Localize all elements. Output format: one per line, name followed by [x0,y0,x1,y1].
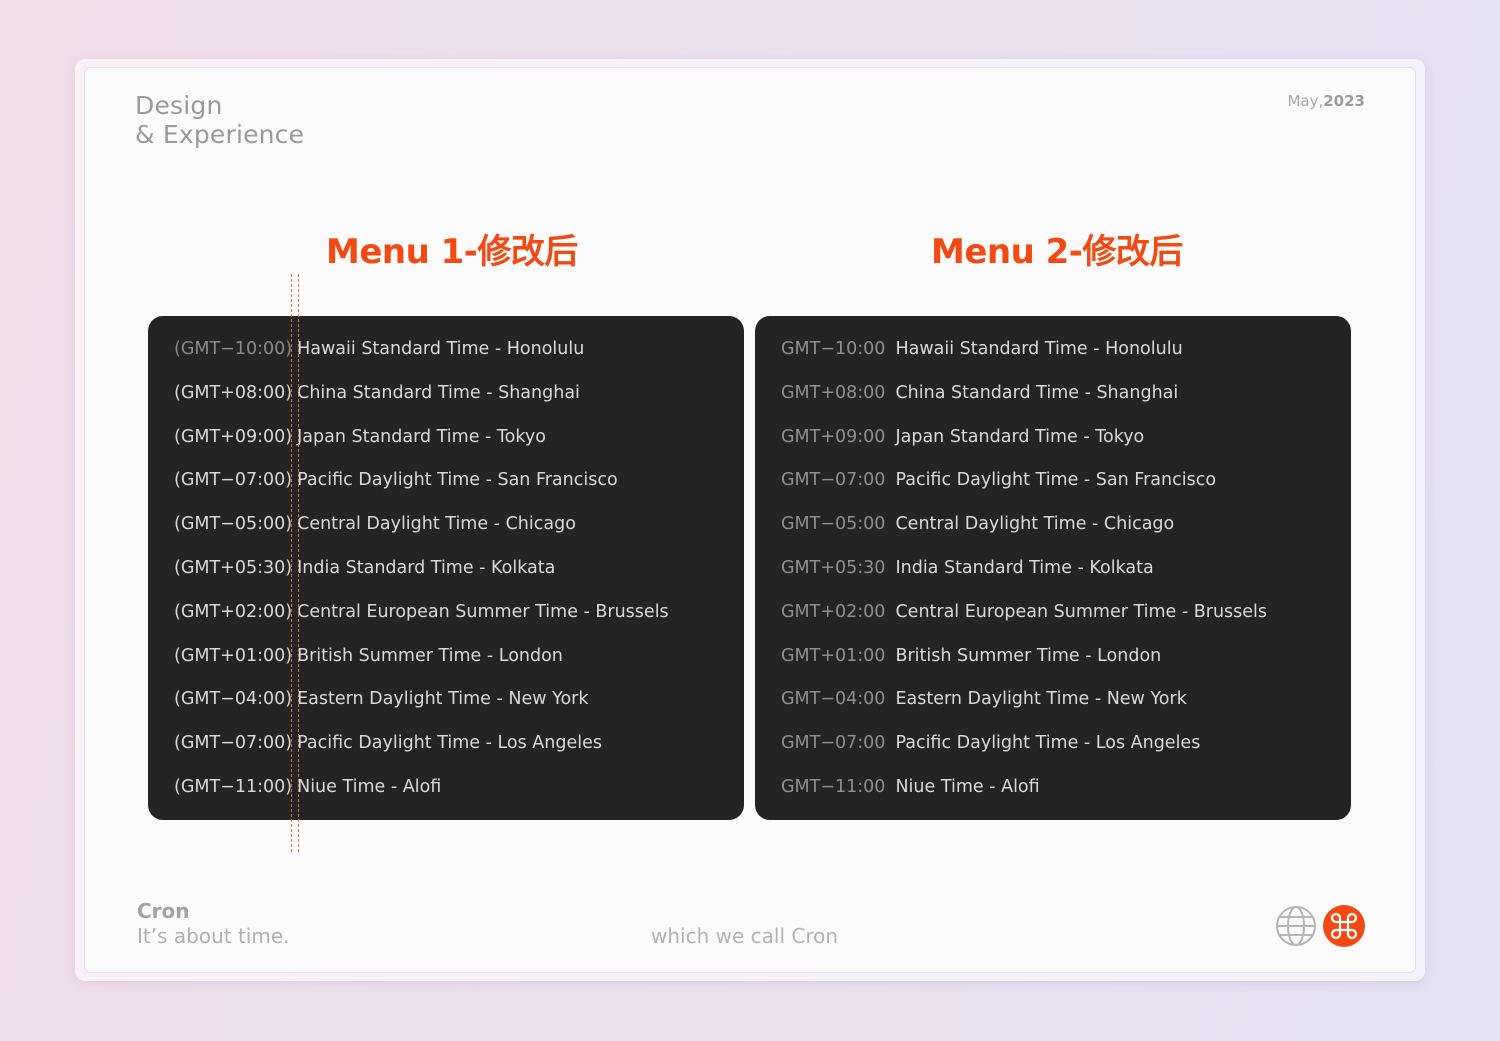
footer-caption: which we call Cron [651,924,839,948]
menu2-offset: GMT−04:00 [781,689,886,710]
menu1-item[interactable]: (GMT−10:00) Hawaii Standard Time - Honolu… [174,336,669,380]
menu1-zone: British Summer Time - London [297,645,563,666]
menu1-item[interactable]: (GMT−07:00) Pacific Daylight Time - Los A… [174,730,669,774]
menu1-title: Menu 1-修改后 [326,232,578,272]
menu2-zone: Japan Standard Time - Tokyo [895,426,1145,447]
menu2-offset: GMT+05:30 [781,557,886,578]
menu2-item[interactable]: GMT+02:00 Central European Summer Time - … [781,599,1267,643]
menu1-item[interactable]: (GMT−11:00) Niue Time - Alofi [174,774,669,818]
date-month: May, [1287,92,1324,110]
menu1-offset: (GMT+09:00) [174,426,293,447]
alignment-guide [298,274,299,852]
globe-icon[interactable] [1275,905,1317,947]
menu1-zone: Central Daylight Time - Chicago [297,514,576,535]
menu2-zone: Central European Summer Time - Brussels [895,601,1268,622]
menu1-offset: (GMT+05:30) [174,557,293,578]
menu2-zone: India Standard Time - Kolkata [895,557,1154,578]
date-year: 2023 [1323,92,1365,110]
menu1-panel: (GMT−10:00) Hawaii Standard Time - Honolu… [148,316,744,820]
menu2-zone: British Summer Time - London [895,645,1162,666]
menu2-offset: GMT+02:00 [781,601,886,622]
menu2-item[interactable]: GMT+09:00 Japan Standard Time - Tokyo [781,424,1267,468]
menu2-offset: GMT−07:00 [781,470,886,491]
menu1-item[interactable]: (GMT+08:00) China Standard Time - Shangha… [174,380,669,424]
brand-line-2: & Experience [135,120,305,149]
menu2-item[interactable]: GMT−05:00 Central Daylight Time - Chicago [781,511,1267,555]
menu1-offset: (GMT+01:00) [174,645,293,666]
menu1-item[interactable]: (GMT+01:00) British Summer Time - London [174,643,669,687]
menu2-zone: China Standard Time - Shanghai [895,382,1179,403]
menu1-zone: India Standard Time - Kolkata [297,557,556,578]
menu1-offset: (GMT−05:00) [174,514,293,535]
menu2-item[interactable]: GMT+08:00 China Standard Time - Shanghai [781,380,1267,424]
menu1-offset: (GMT+08:00) [174,382,293,403]
menu1-item[interactable]: (GMT+09:00) Japan Standard Time - Tokyo [174,424,669,468]
menu2-zone: Hawaii Standard Time - Honolulu [895,339,1183,359]
menu2-offset: GMT+01:00 [781,645,886,666]
menu1-zone: Central European Summer Time - Brussels [297,601,669,622]
alignment-guide [291,274,292,852]
menu1-zone: China Standard Time - Shanghai [297,382,580,403]
menu2-zone: Pacific Daylight Time - San Francisco [895,470,1217,491]
menu2-zone: Niue Time - Alofi [895,776,1040,797]
menu2-offset: GMT+08:00 [781,382,886,403]
menu2-zone: Eastern Daylight Time - New York [895,689,1187,710]
menu2-offset: GMT−07:00 [781,733,886,754]
menu1-item[interactable]: (GMT+05:30) India Standard Time - Kolkata [174,555,669,599]
footer-brand: Cron [137,899,190,923]
menu2-zone: Central Daylight Time - Chicago [895,514,1175,535]
command-icon[interactable] [1323,905,1365,947]
brand-line-1: Design [135,91,223,120]
menu1-zone: Niue Time - Alofi [297,776,442,797]
menu2-item[interactable]: GMT−04:00 Eastern Daylight Time - New Yor… [781,686,1267,730]
menu1-zone: Hawaii Standard Time - Honolulu [297,339,585,359]
menu1-offset: (GMT−11:00) [174,776,293,797]
menu2-title: Menu 2-修改后 [931,232,1183,272]
menu2-offset: GMT−11:00 [781,776,886,797]
menu1-offset: (GMT−10:00) [174,339,293,359]
menu1-offset: (GMT+02:00) [174,601,293,622]
menu2-list: GMT−10:00 Hawaii Standard Time - Honolulu… [781,336,1267,818]
menu1-item[interactable]: (GMT+02:00) Central European Summer Time … [174,599,669,643]
date-label: May,2023 [1287,92,1365,110]
menu2-zone: Pacific Daylight Time - Los Angeles [895,733,1201,754]
footer-tagline: It’s about time. [137,924,290,948]
menu1-item[interactable]: (GMT−04:00) Eastern Daylight Time - New Y… [174,686,669,730]
menu1-offset: (GMT−07:00) [174,733,293,754]
menu1-item[interactable]: (GMT−05:00) Central Daylight Time - Chica… [174,511,669,555]
menu2-offset: GMT−05:00 [781,514,886,535]
menu1-zone: Japan Standard Time - Tokyo [297,426,546,447]
menu1-zone: Eastern Daylight Time - New York [297,689,589,710]
menu1-offset: (GMT−04:00) [174,689,293,710]
menu2-item[interactable]: GMT−11:00 Niue Time - Alofi [781,774,1267,818]
menu2-item[interactable]: GMT+05:30 India Standard Time - Kolkata [781,555,1267,599]
menu1-zone: Pacific Daylight Time - Los Angeles [297,733,602,754]
menu2-item[interactable]: GMT−07:00 Pacific Daylight Time - San Fra… [781,467,1267,511]
menu1-list: (GMT−10:00) Hawaii Standard Time - Honolu… [174,336,669,818]
menu1-offset: (GMT−07:00) [174,470,293,491]
menu2-item[interactable]: GMT−10:00 Hawaii Standard Time - Honolulu [781,336,1267,380]
menu1-zone: Pacific Daylight Time - San Francisco [297,470,618,491]
menu2-offset: GMT−10:00 [781,339,886,359]
menu2-offset: GMT+09:00 [781,426,886,447]
menu2-item[interactable]: GMT−07:00 Pacific Daylight Time - Los Ang… [781,730,1267,774]
menu2-panel: GMT−10:00 Hawaii Standard Time - Honolulu… [755,316,1351,820]
menu1-item[interactable]: (GMT−07:00) Pacific Daylight Time - San F… [174,467,669,511]
brand-title: Design & Experience [135,91,304,149]
menu2-item[interactable]: GMT+01:00 British Summer Time - London [781,643,1267,687]
